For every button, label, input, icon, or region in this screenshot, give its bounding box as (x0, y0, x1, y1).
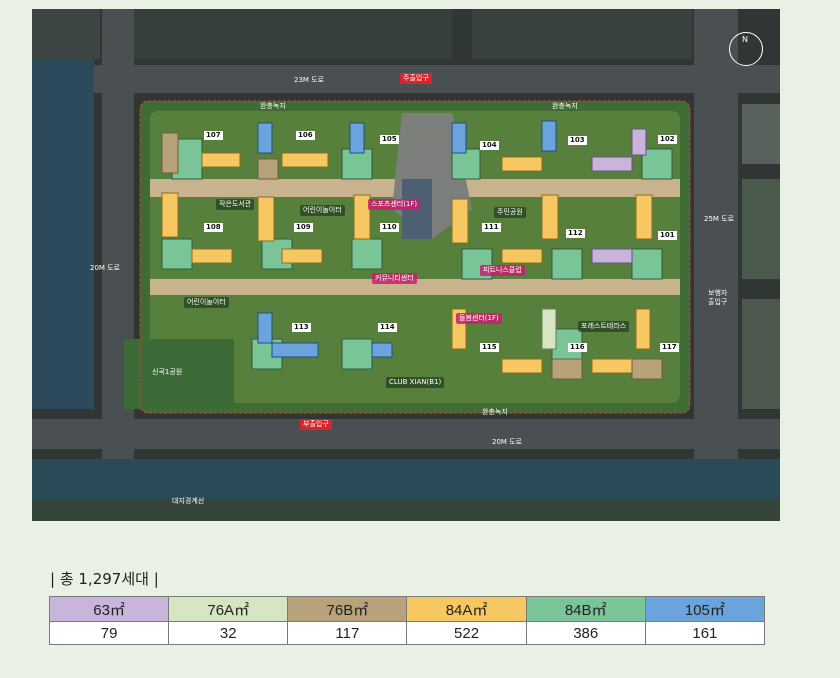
main-entrance-label: 주출입구 (400, 73, 432, 84)
unit-count-cell: 117 (287, 621, 408, 645)
unit-type-header: 76A㎡ (168, 596, 289, 622)
boundary-label: 대지경계선 (172, 497, 205, 505)
building-number: 107 (204, 131, 223, 140)
buffer-green-north-right: 완충녹지 (552, 102, 578, 110)
unit-count-cell: 32 (168, 621, 289, 645)
unit-count-row: 79 32 117 522 386 161 (48, 621, 766, 645)
building-number: 114 (378, 323, 397, 332)
buffer-green-south: 완충녹지 (482, 408, 508, 416)
facility-label: 주민공원 (494, 207, 526, 218)
buffer-green-north-left: 완충녹지 (260, 102, 286, 110)
unit-count-cell: 79 (48, 621, 170, 645)
building-number: 117 (660, 343, 679, 352)
road-label-south: 20M 도로 (492, 438, 523, 446)
building-number: 116 (568, 343, 587, 352)
building-number: 110 (380, 223, 399, 232)
road-label-east: 25M 도로 (704, 215, 735, 223)
facility-label: 어린이놀이터 (184, 297, 229, 308)
facility-label: 어린이놀이터 (300, 205, 345, 216)
unit-type-header: 63㎡ (48, 596, 170, 622)
unit-type-header: 84A㎡ (406, 596, 527, 622)
building-number: 104 (480, 141, 499, 150)
building-number: 103 (568, 136, 587, 145)
facility-label: 돌봄센터(1F) (456, 313, 502, 324)
building-number: 115 (480, 343, 499, 352)
sub-entrance-label: 부출입구 (300, 419, 332, 430)
unit-type-header: 105㎡ (644, 596, 766, 622)
compass-north-label: N (742, 35, 748, 44)
road-label-west: 20M 도로 (90, 264, 121, 272)
compass-icon: N (729, 32, 763, 66)
pedestrian-entrance-label: 보행자 출입구 (708, 289, 728, 306)
unit-type-header: 84B㎡ (525, 596, 646, 622)
unit-type-table: 63㎡ 76A㎡ 76B㎡ 84A㎡ 84B㎡ 105㎡ 79 32 117 5… (48, 596, 766, 645)
building-number: 105 (380, 135, 399, 144)
building-number: 113 (292, 323, 311, 332)
unit-count-cell: 386 (525, 621, 646, 645)
building-number: 111 (482, 223, 501, 232)
road-label-north: 23M 도로 (294, 76, 325, 84)
facility-label: 작은도서관 (216, 199, 255, 210)
facility-label: CLUB XIAN(B1) (386, 377, 445, 388)
unit-type-header: 76B㎡ (287, 596, 408, 622)
building-number: 106 (296, 131, 315, 140)
facility-label: 스포츠센터(1F) (368, 199, 421, 210)
building-number: 112 (566, 229, 585, 238)
facility-label: 커뮤니티센터 (372, 273, 417, 284)
building-number: 109 (294, 223, 313, 232)
building-number: 102 (658, 135, 677, 144)
unit-type-header-row: 63㎡ 76A㎡ 76B㎡ 84A㎡ 84B㎡ 105㎡ (48, 596, 766, 622)
facility-label: 포레스트테라스 (578, 321, 630, 332)
unit-count-cell: 161 (644, 621, 766, 645)
building-number: 108 (204, 223, 223, 232)
park-label: 신곡1공원 (152, 368, 183, 376)
unit-count-cell: 522 (406, 621, 527, 645)
building-number: 101 (658, 231, 677, 240)
total-households-summary: | 총 1,297세대 | (50, 570, 159, 588)
facility-label: 피트니스클럽 (480, 265, 525, 276)
site-plan-drawing (32, 9, 780, 521)
site-plan-map: 23M 도로 20M 도로 25M 도로 20M 도로 완충녹지 완충녹지 완충… (32, 9, 780, 521)
